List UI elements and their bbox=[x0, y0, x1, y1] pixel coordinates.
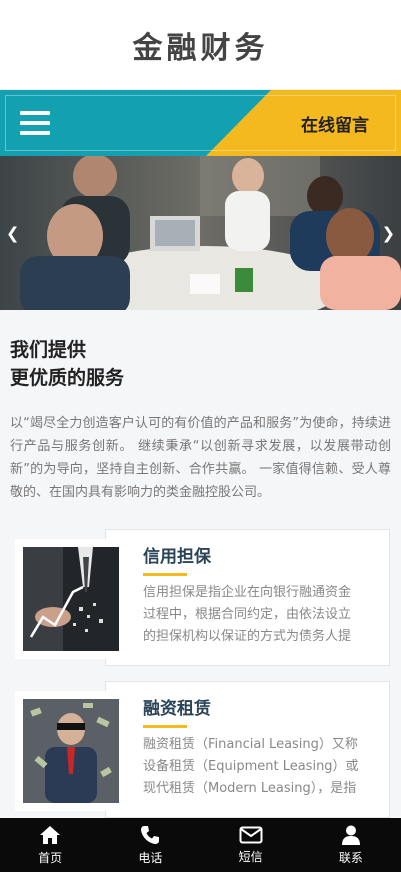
service-card-body: 融资租赁 融资租赁（Financial Leasing）又称设备租赁（Equip… bbox=[105, 681, 390, 818]
intro-section: 我们提供 更优质的服务 以“竭尽全力创造客户认可的有价值的产品和服务”为使命，持… bbox=[0, 310, 401, 504]
title-underline bbox=[143, 573, 187, 576]
user-icon bbox=[341, 825, 360, 845]
service-card[interactable]: 信用担保 信用担保是指企业在向银行融通资金过程中，根据合同约定，由依法设立的担保… bbox=[15, 529, 390, 666]
hamburger-menu-icon[interactable] bbox=[20, 111, 50, 135]
footer-phone-label: 电话 bbox=[138, 850, 163, 865]
service-title[interactable]: 信用担保 bbox=[143, 542, 363, 567]
nav-bar: 在线留言 bbox=[0, 90, 401, 156]
footer-home[interactable]: 首页 bbox=[0, 818, 100, 872]
intro-paragraph: 以“竭尽全力创造客户认可的有价值的产品和服务”为使命，持续进行产品与服务创新。 … bbox=[10, 416, 391, 500]
chevron-right-icon[interactable]: ❯ bbox=[382, 224, 395, 243]
footer-home-label: 首页 bbox=[38, 850, 63, 865]
footer-sms[interactable]: 短信 bbox=[201, 818, 301, 872]
service-image bbox=[15, 539, 127, 659]
logo-bar: 金融财务 bbox=[0, 0, 401, 90]
meeting-photo bbox=[0, 156, 401, 310]
site-logo[interactable]: 金融财务 bbox=[133, 23, 269, 67]
service-card-body: 信用担保 信用担保是指企业在向银行融通资金过程中，根据合同约定，由依法设立的担保… bbox=[105, 529, 390, 666]
footer-contact[interactable]: 联系 bbox=[301, 818, 401, 872]
service-card[interactable]: 融资租赁 融资租赁（Financial Leasing）又称设备租赁（Equip… bbox=[15, 681, 390, 818]
home-icon bbox=[40, 825, 61, 844]
service-image bbox=[15, 691, 127, 811]
service-title[interactable]: 融资租赁 bbox=[143, 694, 363, 719]
online-message-button[interactable]: 在线留言 bbox=[301, 90, 369, 156]
hero-banner: ❮ ❯ bbox=[0, 156, 401, 310]
service-list: 信用担保 信用担保是指企业在向银行融通资金过程中，根据合同约定，由依法设立的担保… bbox=[0, 504, 401, 818]
footer-contact-label: 联系 bbox=[338, 850, 363, 865]
bottom-nav: 首页 电话 短信 联系 bbox=[0, 818, 401, 872]
service-description: 信用担保是指企业在向银行融通资金过程中，根据合同约定，由依法设立的担保机构以保证… bbox=[143, 585, 352, 644]
intro-title-line2: 更优质的服务 bbox=[10, 367, 125, 389]
intro-title: 我们提供 更优质的服务 bbox=[10, 336, 391, 392]
service-description: 融资租赁（Financial Leasing）又称设备租赁（Equipment … bbox=[143, 737, 359, 796]
footer-phone[interactable]: 电话 bbox=[100, 818, 200, 872]
intro-title-line1: 我们提供 bbox=[10, 339, 87, 361]
title-underline bbox=[143, 725, 187, 728]
footer-sms-label: 短信 bbox=[238, 849, 263, 864]
envelope-icon bbox=[239, 826, 263, 843]
chevron-left-icon[interactable]: ❮ bbox=[6, 224, 19, 243]
phone-icon bbox=[141, 825, 160, 844]
